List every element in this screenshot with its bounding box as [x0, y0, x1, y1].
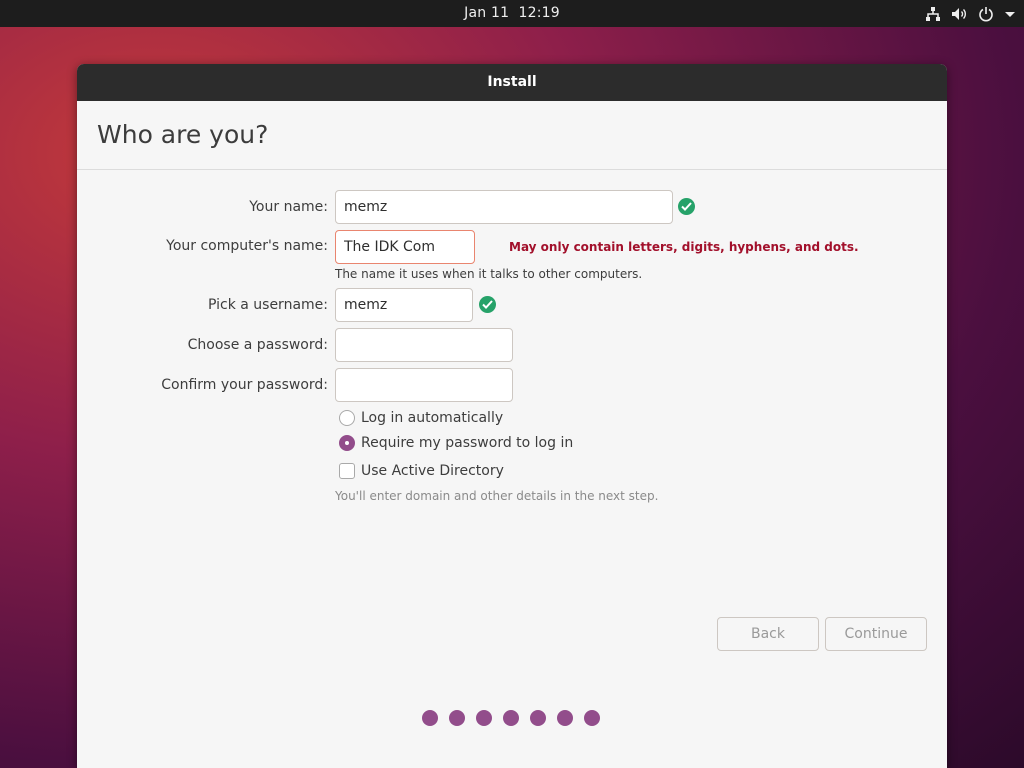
clock-time: 12:19 [518, 5, 560, 21]
clock-date: Jan 11 [464, 5, 510, 21]
confirm-password-label: Confirm your password: [161, 377, 328, 393]
computer-name-error: May only contain letters, digits, hyphen… [509, 240, 859, 254]
power-icon[interactable] [978, 6, 994, 22]
name-label: Your name: [249, 199, 328, 215]
progress-dot [584, 710, 600, 726]
auto-login-radio[interactable] [339, 410, 355, 426]
network-icon[interactable] [925, 6, 941, 22]
active-directory-label: Use Active Directory [361, 463, 504, 479]
continue-button[interactable]: Continue [825, 617, 927, 651]
name-valid-check-icon [678, 198, 695, 215]
active-directory-checkbox[interactable] [339, 463, 355, 479]
username-label: Pick a username: [207, 297, 328, 313]
menu-arrow-icon[interactable] [1004, 6, 1016, 22]
volume-icon[interactable] [951, 6, 968, 22]
password-input[interactable] [335, 328, 513, 362]
back-button[interactable]: Back [717, 617, 819, 651]
progress-dots [422, 710, 600, 726]
computer-name-label: Your computer's name: [166, 238, 328, 254]
computer-name-input[interactable] [335, 230, 475, 264]
top-bar: Jan 11 12:19 [0, 0, 1024, 27]
progress-dot [449, 710, 465, 726]
require-password-radio[interactable] [339, 435, 355, 451]
clock[interactable]: Jan 11 12:19 [0, 5, 1024, 21]
computer-name-hint: The name it uses when it talks to other … [335, 267, 643, 281]
auto-login-option[interactable]: Log in automatically [339, 410, 503, 426]
username-valid-check-icon [479, 296, 496, 313]
require-password-label: Require my password to log in [361, 435, 574, 451]
active-directory-hint: You'll enter domain and other details in… [335, 489, 659, 503]
progress-dot [503, 710, 519, 726]
progress-dot [422, 710, 438, 726]
require-password-option[interactable]: Require my password to log in [339, 435, 573, 451]
auto-login-label: Log in automatically [361, 410, 504, 426]
system-tray[interactable] [925, 4, 1016, 23]
username-input[interactable] [335, 288, 473, 322]
installer-window: Install Who are you? Your name: Your com… [77, 64, 947, 768]
progress-dot [557, 710, 573, 726]
progress-dot [530, 710, 546, 726]
window-title: Install [77, 64, 947, 101]
header-divider [77, 169, 947, 170]
active-directory-option[interactable]: Use Active Directory [339, 463, 504, 479]
password-label: Choose a password: [187, 337, 328, 353]
page-title: Who are you? [97, 120, 269, 149]
progress-dot [476, 710, 492, 726]
name-input[interactable] [335, 190, 673, 224]
confirm-password-input[interactable] [335, 368, 513, 402]
